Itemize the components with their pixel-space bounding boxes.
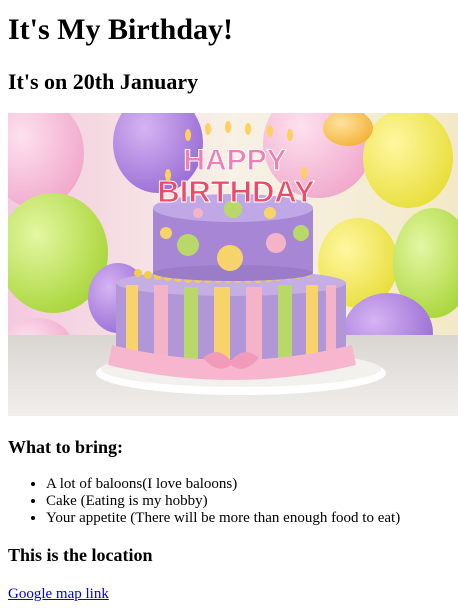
candle-text-happy: HAPPY [183,144,286,177]
page-title: It's My Birthday! [8,13,233,46]
list-item: A lot of baloons(I love baloons) [46,476,450,493]
birthday-cake-image: HAPPY BIRTHDAY [8,113,458,416]
page: It's My Birthday! It's on 20th January H… [0,13,458,603]
bring-list: A lot of baloons(I love baloons) Cake (E… [8,476,450,527]
google-map-link[interactable]: Google map link [8,585,109,603]
candle-text-birthday: BIRTHDAY [157,174,315,209]
list-item: Cake (Eating is my hobby) [46,493,450,510]
page-subtitle: It's on 20th January [8,69,199,94]
location-heading: This is the location [8,545,153,565]
list-item: Your appetite (There will be more than e… [46,510,450,527]
bring-heading: What to bring: [8,437,124,457]
